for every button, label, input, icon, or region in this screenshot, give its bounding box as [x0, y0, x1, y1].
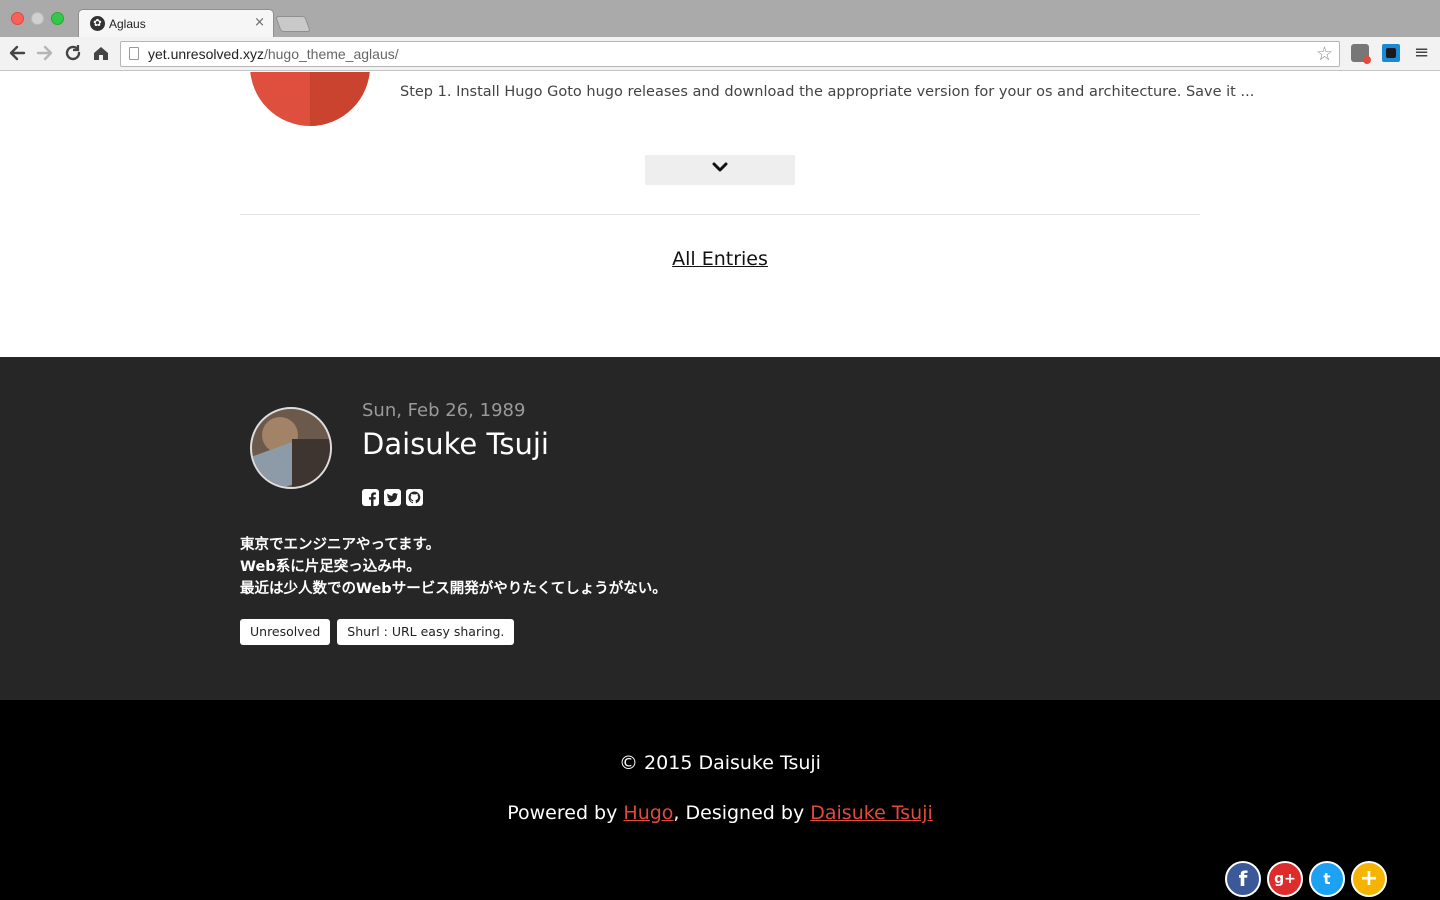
link-unresolved-button[interactable]: Unresolved: [240, 619, 331, 645]
share-bar: f g+ t +: [1225, 861, 1387, 897]
author-links: Unresolved Shurl : URL easy sharing.: [240, 619, 515, 645]
page-scrollbar[interactable]: [1432, 72, 1440, 900]
bio-line: 東京でエンジニアやってます。: [240, 537, 441, 553]
twitter-icon[interactable]: [384, 489, 401, 506]
browser-tab-bar: ✿ Aglaus ×: [0, 0, 1440, 37]
social-links: [362, 489, 423, 506]
author-bio: 東京でエンジニアやってます。 Web系に片足突っ込み中。 最近は少人数でのWeb…: [240, 534, 667, 600]
maximize-window-button[interactable]: [51, 12, 64, 25]
browser-tab[interactable]: ✿ Aglaus ×: [78, 9, 274, 37]
author-name: Daisuke Tsuji: [362, 427, 549, 461]
share-more-icon[interactable]: +: [1351, 861, 1387, 897]
reload-icon[interactable]: [62, 42, 84, 64]
close-window-button[interactable]: [11, 12, 24, 25]
minimize-window-button[interactable]: [31, 12, 44, 25]
back-arrow-icon[interactable]: [6, 42, 28, 64]
facebook-icon[interactable]: [362, 489, 379, 506]
bio-line: Web系に片足突っ込み中。: [240, 559, 421, 575]
share-facebook-icon[interactable]: f: [1225, 861, 1261, 897]
site-favicon-icon: ✿: [90, 16, 105, 31]
url-text[interactable]: yet.unresolved.xyz/hugo_theme_aglaus/: [148, 46, 399, 62]
tab-close-icon[interactable]: ×: [254, 15, 265, 30]
hugo-link[interactable]: Hugo: [623, 802, 673, 824]
extension-puzzle-icon[interactable]: [1382, 44, 1400, 62]
load-more-button[interactable]: [645, 155, 795, 185]
address-bar[interactable]: yet.unresolved.xyz/hugo_theme_aglaus/ ☆: [120, 41, 1340, 67]
page-icon: [129, 47, 139, 60]
avatar: [250, 407, 332, 489]
post-excerpt: Step 1. Install Hugo Goto hugo releases …: [400, 84, 1255, 100]
share-googleplus-icon[interactable]: g+: [1267, 861, 1303, 897]
copyright-text: © 2015 Daisuke Tsuji: [619, 752, 821, 774]
site-footer: © 2015 Daisuke Tsuji Powered by Hugo, De…: [0, 700, 1440, 900]
browser-menu-icon[interactable]: ≡: [1414, 42, 1429, 63]
github-icon[interactable]: [406, 489, 423, 506]
bio-line: 最近は少人数でのWebサービス開発がやりたくてしょうがない。: [240, 581, 667, 597]
new-tab-button[interactable]: [275, 16, 311, 32]
author-birthdate: Sun, Feb 26, 1989: [362, 400, 526, 421]
bookmark-star-icon[interactable]: ☆: [1316, 43, 1333, 65]
tab-title: Aglaus: [109, 17, 146, 31]
all-entries-link[interactable]: All Entries: [672, 248, 768, 270]
all-entries: All Entries: [0, 248, 1440, 270]
chevron-down-icon: [712, 162, 728, 172]
designer-link[interactable]: Daisuke Tsuji: [810, 802, 933, 824]
page-viewport: Step 1. Install Hugo Goto hugo releases …: [0, 72, 1440, 900]
post-thumbnail[interactable]: [250, 72, 370, 126]
link-shurl-button[interactable]: Shurl : URL easy sharing.: [337, 619, 515, 645]
share-twitter-icon[interactable]: t: [1309, 861, 1345, 897]
home-icon[interactable]: [90, 42, 112, 64]
forward-arrow-icon[interactable]: [34, 42, 56, 64]
browser-toolbar: yet.unresolved.xyz/hugo_theme_aglaus/ ☆ …: [0, 37, 1440, 71]
credits: Powered by Hugo, Designed by Daisuke Tsu…: [507, 802, 933, 824]
author-section: Sun, Feb 26, 1989 Daisuke Tsuji 東京でエンジニア…: [0, 357, 1440, 700]
section-divider: [240, 214, 1200, 215]
extension-icon[interactable]: [1351, 44, 1371, 64]
